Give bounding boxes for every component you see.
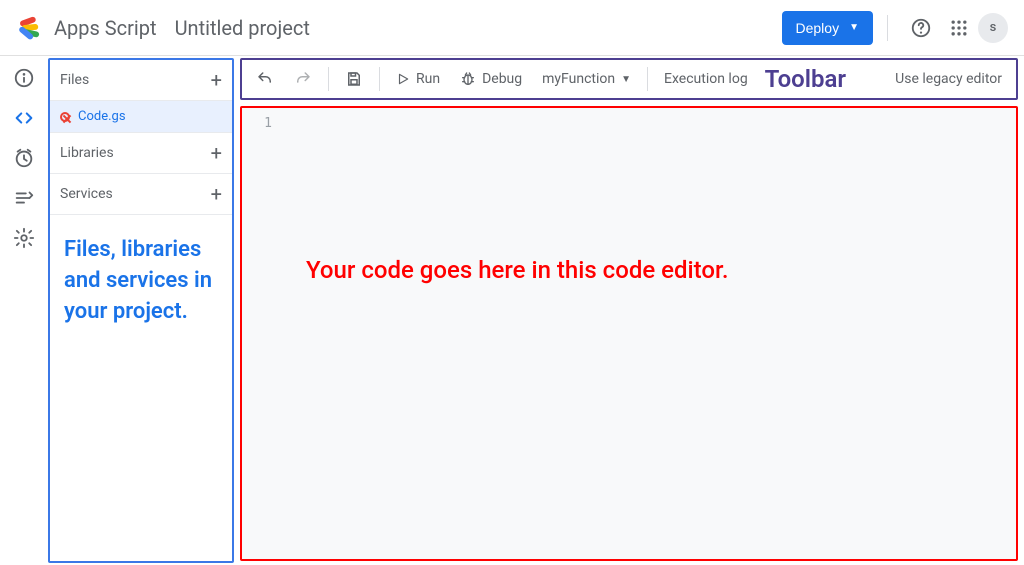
files-section-label: Files: [60, 72, 89, 88]
services-section-label: Services: [60, 186, 113, 202]
rail-editor[interactable]: [12, 106, 36, 130]
clock-icon: [13, 147, 35, 169]
add-library-button[interactable]: +: [211, 143, 222, 163]
code-icon: [13, 107, 35, 129]
divider: [647, 67, 648, 91]
play-icon: [396, 72, 410, 86]
function-select-label: myFunction: [542, 71, 615, 87]
app-header: Apps Script Untitled project Deploy ▼ s: [0, 0, 1024, 56]
code-editor[interactable]: 1 Your code goes here in this code edito…: [240, 106, 1018, 561]
divider: [328, 67, 329, 91]
apps-grid-icon: [949, 18, 969, 38]
caret-down-icon: ▼: [621, 74, 631, 85]
redo-button[interactable]: [286, 64, 320, 94]
apps-launcher-button[interactable]: [940, 9, 978, 47]
line-number-gutter: 1: [242, 108, 282, 559]
rail-overview[interactable]: [12, 66, 36, 90]
left-nav-rail: [0, 56, 48, 565]
deploy-button-label: Deploy: [796, 20, 840, 36]
editor-annotation: Your code goes here in this code editor.: [306, 256, 728, 284]
debug-button[interactable]: Debug: [452, 65, 530, 93]
use-legacy-editor-button[interactable]: Use legacy editor: [887, 65, 1010, 93]
deploy-button[interactable]: Deploy ▼: [782, 11, 874, 45]
file-item-code[interactable]: Code.gs: [50, 101, 232, 133]
execution-log-label: Execution log: [664, 71, 748, 87]
use-legacy-editor-label: Use legacy editor: [895, 71, 1002, 87]
run-button[interactable]: Run: [388, 65, 448, 93]
execution-log-button[interactable]: Execution log: [656, 65, 756, 93]
run-button-label: Run: [416, 71, 440, 87]
rail-triggers[interactable]: [12, 146, 36, 170]
executions-icon: [13, 187, 35, 209]
caret-down-icon: ▼: [849, 22, 859, 33]
toolbar-annotation: Toolbar: [765, 65, 846, 93]
product-name: Apps Script: [54, 16, 157, 40]
rail-settings[interactable]: [12, 226, 36, 250]
gear-icon: [13, 227, 35, 249]
info-icon: [13, 67, 35, 89]
line-number: 1: [242, 116, 272, 131]
libraries-section-label: Libraries: [60, 145, 114, 161]
libraries-section-header: Libraries +: [50, 133, 232, 174]
divider: [379, 67, 380, 91]
save-button[interactable]: [337, 64, 371, 94]
function-select[interactable]: myFunction ▼: [534, 65, 639, 93]
add-service-button[interactable]: +: [211, 184, 222, 204]
divider: [887, 15, 888, 41]
undo-icon: [256, 70, 274, 88]
help-icon: [910, 17, 932, 39]
debug-icon: [460, 71, 476, 87]
debug-button-label: Debug: [482, 71, 522, 87]
save-icon: [345, 70, 363, 88]
project-name[interactable]: Untitled project: [175, 16, 310, 40]
add-file-button[interactable]: +: [211, 70, 222, 90]
apps-script-logo-icon: [16, 14, 44, 42]
editor-body[interactable]: Your code goes here in this code editor.: [282, 108, 1016, 559]
rail-executions[interactable]: [12, 186, 36, 210]
help-button[interactable]: [902, 9, 940, 47]
files-sidebar: Files + Code.gs Libraries + Services + F…: [48, 58, 234, 563]
error-status-icon: [60, 112, 70, 122]
account-avatar[interactable]: s: [978, 13, 1008, 43]
undo-button[interactable]: [248, 64, 282, 94]
editor-toolbar: Run Debug myFunction ▼ Execution log Too…: [240, 58, 1018, 100]
file-item-label: Code.gs: [78, 109, 126, 124]
files-section-header: Files +: [50, 60, 232, 101]
redo-icon: [294, 70, 312, 88]
sidebar-annotation: Files, libraries and services in your pr…: [50, 215, 232, 347]
services-section-header: Services +: [50, 174, 232, 215]
